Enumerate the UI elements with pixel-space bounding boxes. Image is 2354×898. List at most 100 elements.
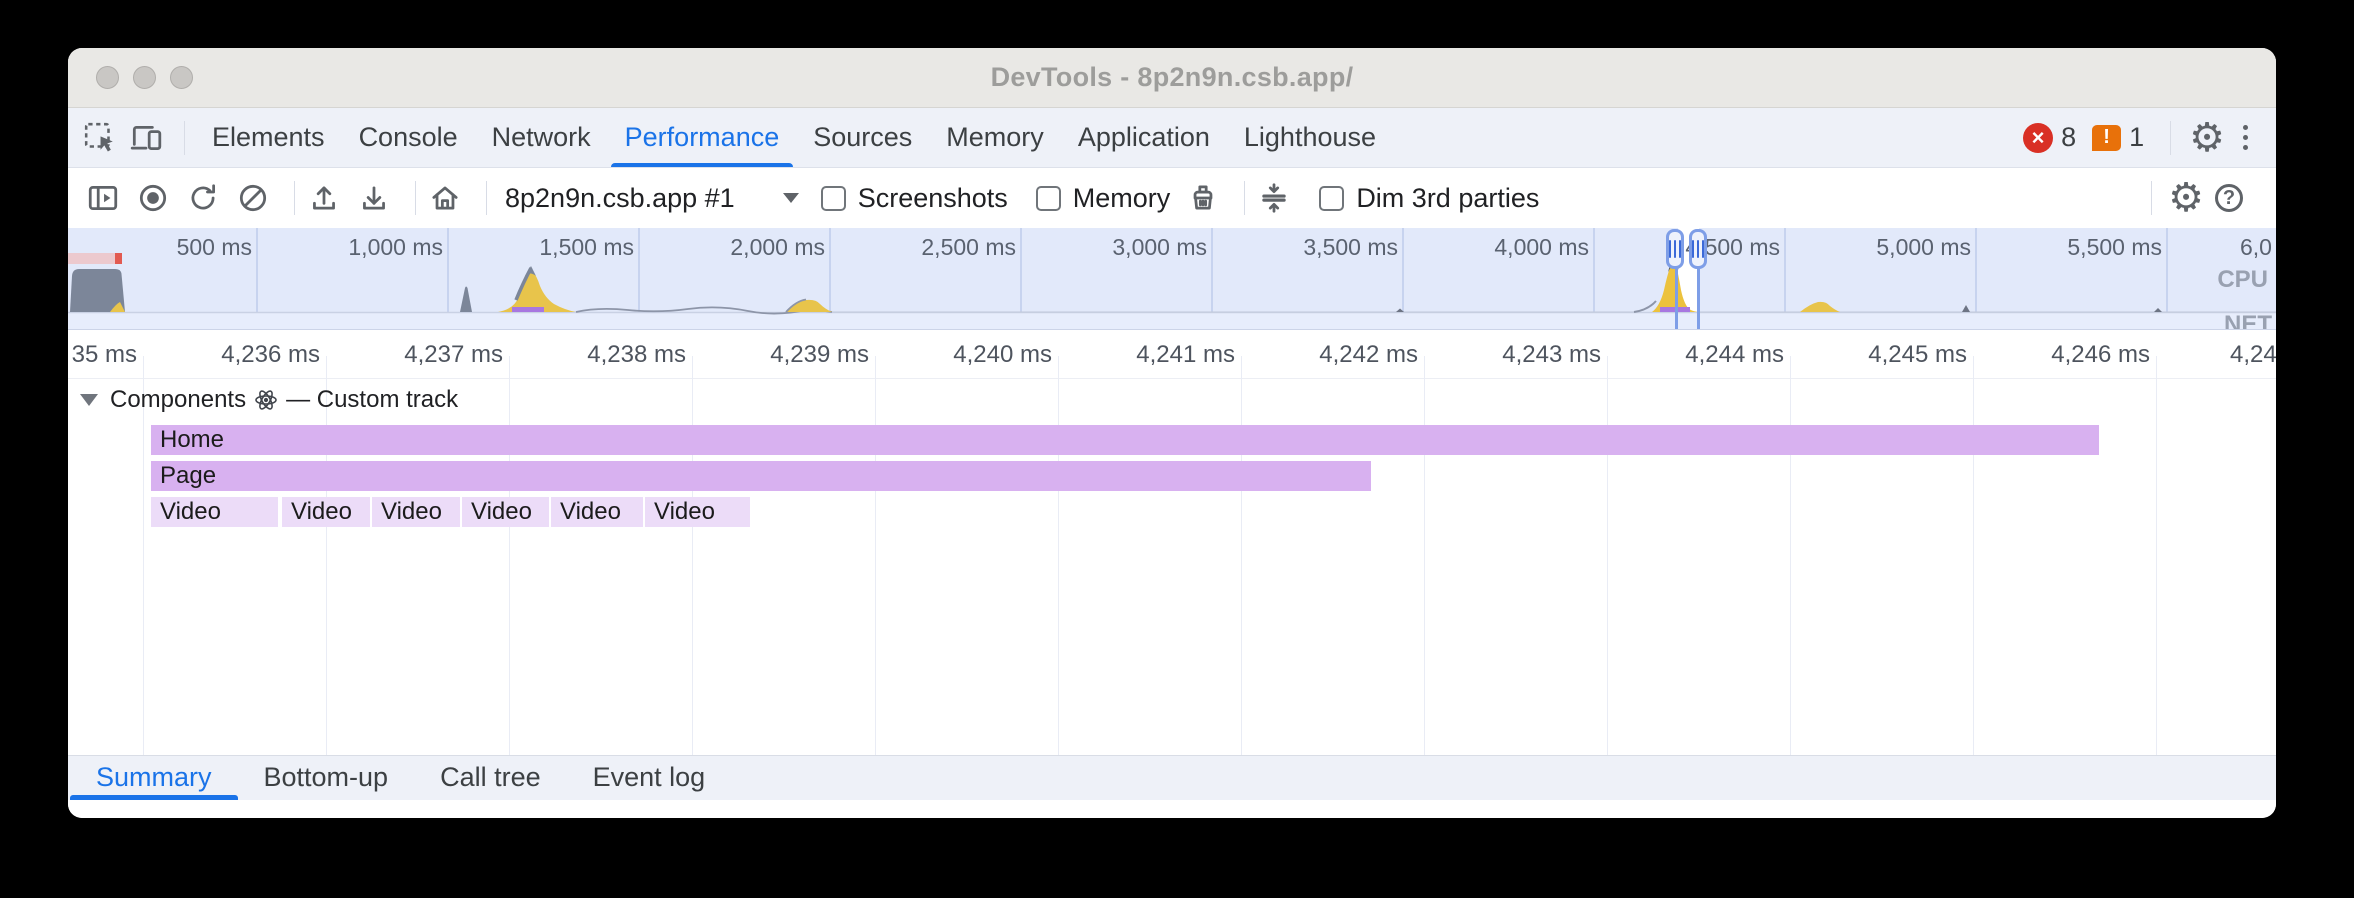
panel-left-icon[interactable] [84,179,122,217]
selection-right-handle[interactable] [1689,229,1707,269]
bottom-tab-call-tree[interactable]: Call tree [414,756,567,800]
help-icon[interactable]: ? [2210,179,2248,217]
ruler-tick-label: 4,240 ms [892,341,1052,369]
divider [415,181,416,215]
track-title: Components [110,386,246,414]
tabbar-right: × 8 ! 1 ⚙ [2023,118,2276,158]
track-bar-video[interactable]: Video [462,497,549,527]
upload-icon[interactable] [305,179,343,217]
bottom-tab-summary[interactable]: Summary [70,756,238,800]
tab-console[interactable]: Console [342,108,475,167]
track-bar-video[interactable]: Video [372,497,460,527]
tab-sources[interactable]: Sources [796,108,929,167]
dim-3rd-parties-label: Dim 3rd parties [1356,183,1539,214]
net-lane-label: NET [2224,311,2272,330]
gridline [875,356,876,755]
reload-icon[interactable] [184,179,222,217]
tab-memory[interactable]: Memory [929,108,1061,167]
minimize-window-button[interactable] [133,66,156,89]
overview-tick-label: 2,500 ms [866,234,1016,261]
track-bar-video[interactable]: Video [551,497,643,527]
tab-lighthouse[interactable]: Lighthouse [1227,108,1393,167]
selection-right-line [1697,262,1700,330]
performance-toolbar: 8p2n9n.csb.app #1 Screenshots Memory [68,168,2276,228]
screenshots-checkbox[interactable] [821,186,846,211]
more-options-icon[interactable] [2233,125,2258,150]
divider [486,181,487,215]
issues-icon[interactable]: ! [2092,125,2121,151]
memory-checkbox-group[interactable]: Memory [1036,183,1171,214]
devtools-window: DevTools - 8p2n9n.csb.app/ ElementsConso… [68,48,2276,818]
collapse-icon[interactable] [1255,179,1293,217]
error-count[interactable]: 8 [2061,122,2076,153]
ruler-tick-label: 4,24 [2230,341,2276,369]
capture-settings-gear-icon[interactable]: ⚙ [2168,178,2204,218]
panel-tabbar: ElementsConsoleNetworkPerformanceSources… [68,108,2276,168]
toolbar-right: ⚙ ? [2141,178,2260,218]
ruler-tick-label: 4,237 ms [343,341,503,369]
ruler-separator [68,378,2276,379]
track-header[interactable]: Components — Custom track [80,386,458,414]
track-bar-video[interactable]: Video [645,497,750,527]
dim-3rd-parties-checkbox[interactable] [1319,186,1344,211]
overview-tick-label: 5,500 ms [2012,234,2162,261]
gridline [1790,356,1791,755]
target-selector[interactable]: 8p2n9n.csb.app #1 [505,183,799,214]
overview-tick-label: 3,500 ms [1248,234,1398,261]
ruler-tick-label: 4,239 ms [709,341,869,369]
home-icon[interactable] [426,179,464,217]
tab-performance[interactable]: Performance [608,108,797,167]
record-icon[interactable] [134,179,172,217]
ruler-tick-label: 4,241 ms [1075,341,1235,369]
bottom-tabbar: SummaryBottom-upCall treeEvent log [68,755,2276,800]
track-bar-video[interactable]: Video [282,497,370,527]
timeline-overview[interactable]: 500 ms1,000 ms1,500 ms2,000 ms2,500 ms3,… [68,228,2276,330]
collapse-triangle-icon[interactable] [80,394,98,406]
screenshots-label: Screenshots [858,183,1008,214]
screenshots-checkbox-group[interactable]: Screenshots [821,183,1008,214]
track-bar-video[interactable]: Video [151,497,278,527]
settings-gear-icon[interactable]: ⚙ [2189,118,2225,158]
error-badge-icon[interactable]: × [2023,123,2053,153]
divider [1244,181,1245,215]
gridline [1973,356,1974,755]
ruler-tick-label: 35 ms [68,341,137,369]
gridline [509,356,510,755]
brush-icon[interactable] [1184,179,1222,217]
traffic-lights [96,48,193,107]
tab-elements[interactable]: Elements [195,108,342,167]
gridline [1241,356,1242,755]
ruler-tick-label: 4,238 ms [526,341,686,369]
overview-tick-label: 2,000 ms [675,234,825,261]
target-selector-value: 8p2n9n.csb.app #1 [505,183,735,214]
tab-application[interactable]: Application [1061,108,1227,167]
window-title: DevTools - 8p2n9n.csb.app/ [991,62,1354,93]
clear-icon[interactable] [234,179,272,217]
download-icon[interactable] [355,179,393,217]
chevron-down-icon [783,193,799,203]
bottom-tab-event-log[interactable]: Event log [567,756,732,800]
selection-left-line [1675,262,1678,330]
dim-3rd-parties-checkbox-group[interactable]: Dim 3rd parties [1319,183,1539,214]
bottom-tab-bottom-up[interactable]: Bottom-up [238,756,415,800]
inspect-icon[interactable] [82,120,118,156]
titlebar: DevTools - 8p2n9n.csb.app/ [68,48,2276,108]
divider [184,121,185,155]
track-bar-home[interactable]: Home [151,425,2099,455]
divider [2170,121,2171,155]
track-suffix: — Custom track [286,386,458,414]
track-bar-page[interactable]: Page [151,461,1371,491]
device-toolbar-icon[interactable] [128,120,164,156]
selection-left-handle[interactable] [1666,229,1684,269]
cpu-lane-label: CPU [2217,266,2268,294]
zoom-window-button[interactable] [170,66,193,89]
gridline [1607,356,1608,755]
tab-network[interactable]: Network [475,108,608,167]
memory-checkbox[interactable] [1036,186,1061,211]
issue-count[interactable]: 1 [2129,122,2144,153]
timeline-detail[interactable]: 35 ms4,236 ms4,237 ms4,238 ms4,239 ms4,2… [68,330,2276,755]
ruler-tick-label: 4,243 ms [1441,341,1601,369]
atom-icon [254,388,278,412]
ruler-tick-label: 4,242 ms [1258,341,1418,369]
close-window-button[interactable] [96,66,119,89]
